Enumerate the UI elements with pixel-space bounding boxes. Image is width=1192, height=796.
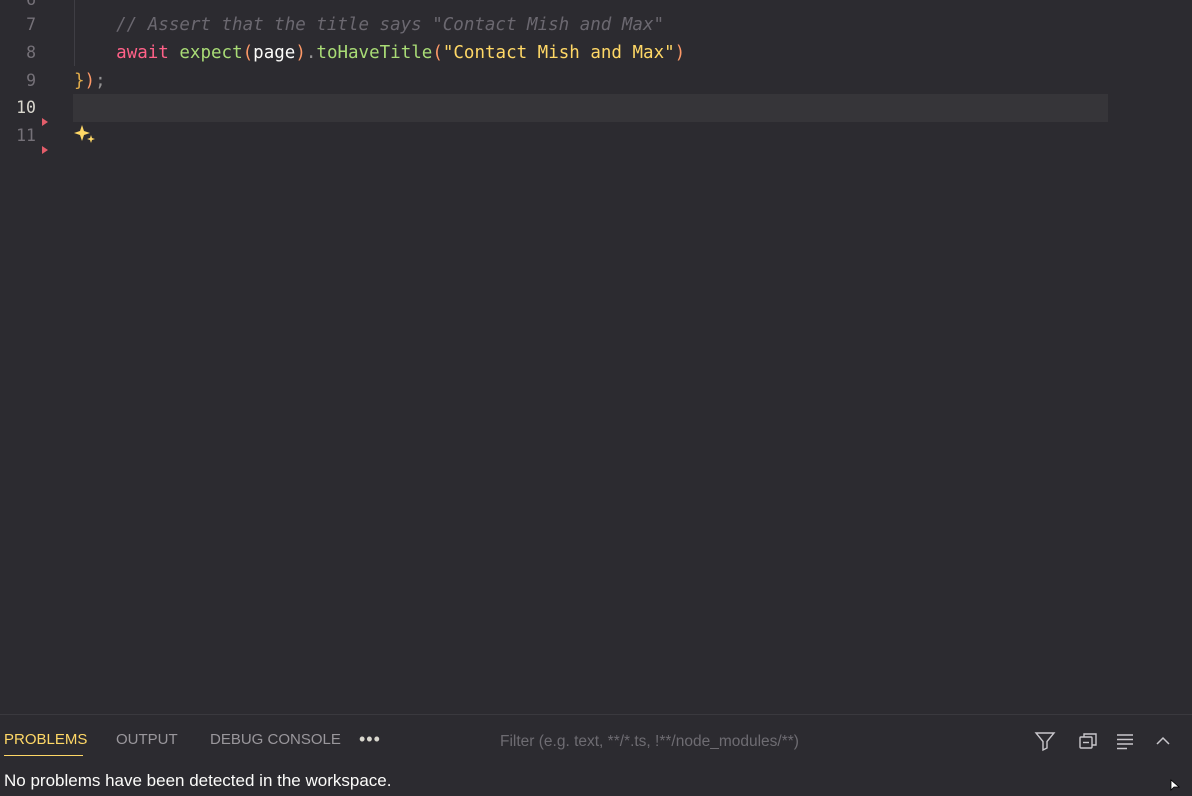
line-number: 11 xyxy=(16,126,36,145)
code-token: } xyxy=(74,71,85,91)
tab-problems[interactable]: PROBLEMS xyxy=(4,731,87,748)
line-number: 9 xyxy=(26,71,36,90)
code-token: ( xyxy=(242,43,254,63)
problems-filter-input[interactable] xyxy=(492,729,1028,755)
active-tab-indicator xyxy=(4,755,83,756)
word-wrap-icon[interactable] xyxy=(1113,729,1137,753)
bottom-panel: PROBLEMS OUTPUT DEBUG CONSOLE ••• No pro… xyxy=(0,714,1192,790)
tab-debug-console[interactable]: DEBUG CONSOLE xyxy=(210,731,341,748)
code-token: await xyxy=(116,43,169,63)
code-token: toHaveTitle xyxy=(316,43,433,63)
code-line[interactable]: 11 xyxy=(0,122,1192,150)
collapse-all-icon[interactable] xyxy=(1076,729,1100,753)
code-token: ) xyxy=(84,71,96,91)
line-number-current: 10 xyxy=(16,98,36,117)
code-token: // Assert that the title says "Contact M… xyxy=(74,15,665,35)
code-token: page xyxy=(253,43,296,63)
line-number: 8 xyxy=(26,43,36,62)
problems-message: No problems have been detected in the wo… xyxy=(4,771,392,790)
code-token: ; xyxy=(95,71,106,91)
code-token: "Contact Mish and Max" xyxy=(442,43,675,63)
line-number: 7 xyxy=(26,15,36,34)
tab-output[interactable]: OUTPUT xyxy=(116,731,178,748)
code-line-current[interactable]: 10 xyxy=(0,94,1192,122)
more-tabs-button[interactable]: ••• xyxy=(359,729,385,749)
code-text: // Assert that the title says "Contact M… xyxy=(74,11,664,39)
code-line[interactable]: 9 }); xyxy=(0,67,1192,95)
code-token: ( xyxy=(432,43,443,63)
diff-deleted-marker[interactable] xyxy=(42,118,48,126)
code-text: await expect(page).toHaveTitle("Contact … xyxy=(74,39,685,67)
diff-deleted-marker[interactable] xyxy=(42,146,48,154)
code-token: ) xyxy=(295,43,306,63)
mouse-cursor-icon xyxy=(1170,778,1181,791)
code-text: }); xyxy=(74,67,106,95)
code-line[interactable]: 8 await expect(page).toHaveTitle("Contac… xyxy=(0,39,1192,67)
code-token: . xyxy=(305,43,317,63)
code-editor[interactable]: 6 7 // Assert that the title says "Conta… xyxy=(0,0,1192,714)
code-line[interactable]: 7 // Assert that the title says "Contact… xyxy=(0,11,1192,39)
filter-icon[interactable] xyxy=(1033,729,1057,753)
maximize-panel-icon[interactable] xyxy=(1151,729,1175,753)
code-token: expect xyxy=(179,43,243,63)
code-token: ) xyxy=(674,43,686,63)
sparkle-icon[interactable] xyxy=(73,124,97,146)
